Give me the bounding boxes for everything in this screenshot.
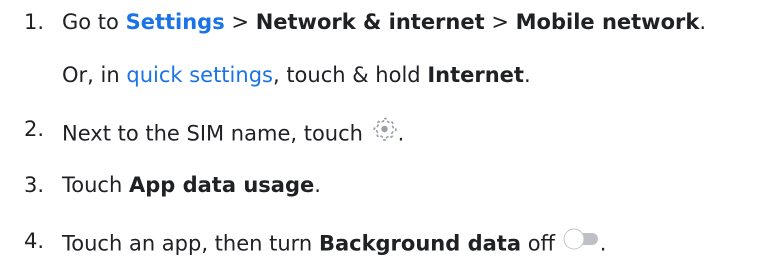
step-3-number: 3. — [24, 173, 45, 197]
step-1-alternative: Or, in quick settings, touch & hold Inte… — [62, 61, 782, 89]
mobile-network-label: Mobile network — [515, 10, 700, 34]
background-data-label: Background data — [318, 231, 522, 256]
internet-label: Internet — [427, 63, 524, 87]
step-4-suffix: off — [527, 231, 556, 256]
app-data-usage-label: App data usage — [128, 173, 315, 197]
step-1-text: Go to Settings > Network & internet > Mo… — [62, 8, 782, 36]
step-3-text: Touch App data usage. — [62, 171, 782, 199]
step-4-text: Touch an app, then turn Background data … — [62, 227, 782, 260]
gear-icon — [370, 115, 398, 150]
separator: > — [231, 10, 249, 34]
step-1-number: 1. — [24, 10, 45, 34]
step-2-text: Next to the SIM name, touch . — [62, 117, 782, 152]
separator: > — [491, 10, 509, 34]
step-3-end: . — [314, 173, 321, 197]
step-3-prefix: Touch — [62, 173, 123, 197]
settings-link[interactable]: Settings — [126, 10, 225, 34]
step-1-prefix: Go to — [62, 10, 119, 34]
step-4-number: 4. — [24, 229, 45, 253]
step-4-prefix: Touch an app, then turn — [62, 231, 313, 256]
alt-end: . — [523, 63, 531, 87]
step-2-end: . — [397, 121, 405, 146]
quick-settings-link[interactable]: quick settings — [126, 63, 273, 87]
network-internet-label: Network & internet — [255, 10, 485, 34]
instruction-steps: 1. Go to Settings > Network & internet >… — [0, 0, 782, 267]
step-4-end: . — [599, 231, 607, 256]
step-1-end: . — [699, 10, 707, 34]
step-2-body: Next to the SIM name, touch — [62, 121, 363, 146]
alt-mid: , touch & hold — [272, 63, 421, 87]
alt-prefix: Or, in — [62, 63, 120, 87]
toggle-off-icon — [562, 227, 600, 258]
step-2-number: 2. — [24, 117, 45, 141]
